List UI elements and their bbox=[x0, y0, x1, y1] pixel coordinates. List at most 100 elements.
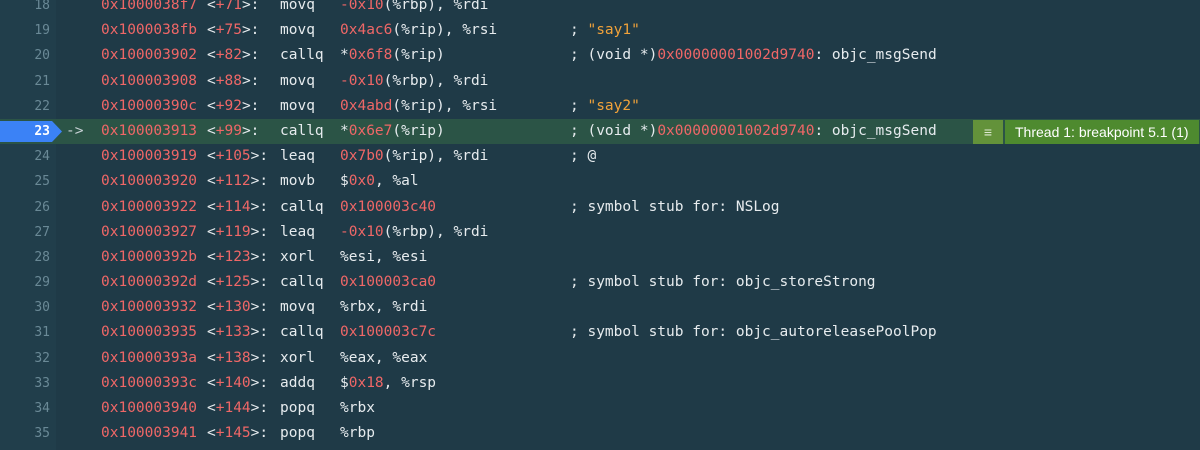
instruction-comment: ; "say2" bbox=[570, 94, 640, 119]
code-text: ; @ bbox=[570, 148, 597, 165]
line-number[interactable]: 18 bbox=[0, 0, 50, 18]
instruction-address: 0x1000038f7 bbox=[101, 0, 198, 13]
instruction-address: 0x100003935 bbox=[101, 324, 198, 341]
hex-number: 0x0 bbox=[348, 173, 375, 190]
offset-value: +82 bbox=[215, 47, 242, 64]
instruction-offset: <+123>: bbox=[207, 248, 269, 265]
offset-value: +123 bbox=[215, 248, 251, 265]
code-text: (%rip), %rsi bbox=[392, 97, 498, 114]
breakpoint-marker[interactable]: 23 bbox=[0, 120, 62, 142]
instruction-mnemonic: addq bbox=[280, 374, 315, 391]
code-text: (%rip), %rdi bbox=[383, 148, 489, 165]
instruction-line[interactable]: 19 0x1000038fb <+75>: movq 0x4ac6(%rip), %rs… bbox=[0, 18, 1200, 43]
line-number[interactable]: 25 bbox=[0, 169, 50, 194]
code-text: %esi, %esi bbox=[340, 248, 428, 265]
instruction-line[interactable]: 25 0x100003920 <+112>: movb $0x0, %al bbox=[0, 169, 1200, 194]
code-text: (%rbp), %rdi bbox=[383, 72, 489, 89]
thread-indicator-label: Thread 1: breakpoint 5.1 (1) bbox=[1005, 119, 1199, 144]
instruction-operands: -0x10(%rbp), %rdi bbox=[340, 220, 488, 245]
instruction-mnemonic: movq bbox=[280, 72, 315, 89]
instruction-operands: %rbx bbox=[340, 396, 375, 421]
instruction-offset: <+71>: bbox=[207, 0, 259, 18]
instruction-operands: %esi, %esi bbox=[340, 245, 427, 270]
offset-value: +99 bbox=[215, 122, 242, 139]
instruction-offset: <+88>: bbox=[207, 72, 260, 89]
offset-value: +92 bbox=[215, 97, 242, 114]
instruction-line[interactable]: 32 0x10000393a <+138>: xorl %eax, %eax bbox=[0, 346, 1200, 371]
instruction-line[interactable]: 26 0x100003922 <+114>: callq 0x100003c40 ; sy… bbox=[0, 195, 1200, 220]
instruction-line[interactable]: 22 0x10000390c <+92>: movq 0x4abd(%rip), %rs… bbox=[0, 94, 1200, 119]
instruction-offset: <+130>: bbox=[207, 299, 269, 316]
offset-value: +88 bbox=[215, 72, 242, 89]
instruction-mnemonic: callq bbox=[280, 274, 324, 291]
hex-number: 0x4abd bbox=[340, 97, 393, 114]
instruction-line[interactable]: 30 0x100003932 <+130>: movq %rbx, %rdi bbox=[0, 295, 1200, 320]
line-number[interactable]: 32 bbox=[0, 346, 50, 371]
instruction-line[interactable]: 29 0x10000392d <+125>: callq 0x100003ca0 ; sy… bbox=[0, 270, 1200, 295]
instruction-mnemonic: callq bbox=[280, 122, 324, 139]
line-number[interactable]: 20 bbox=[0, 43, 50, 68]
line-number[interactable]: 33 bbox=[0, 371, 50, 396]
instruction-operands: $0x0, %al bbox=[340, 169, 419, 194]
code-text: ; symbol stub for: NSLog bbox=[570, 198, 780, 215]
line-number[interactable]: 26 bbox=[0, 195, 50, 220]
instruction-line[interactable]: 33 0x10000393c <+140>: addq $0x18, %rsp bbox=[0, 371, 1200, 396]
disassembly-lines: 18 0x1000038f7 <+71>: movq -0x10(%rbp), %rdi… bbox=[0, 0, 1200, 446]
line-number[interactable]: 29 bbox=[0, 270, 50, 295]
instruction-operands: 0x100003c7c bbox=[340, 320, 436, 345]
program-counter-arrow: -> bbox=[66, 122, 84, 139]
offset-value: +145 bbox=[215, 425, 251, 442]
instruction-line[interactable]: 24 0x100003919 <+105>: leaq 0x7b0(%rip), %rd… bbox=[0, 144, 1200, 169]
instruction-mnemonic: movq bbox=[280, 97, 315, 114]
instruction-operands: 0x100003c40 bbox=[340, 195, 436, 220]
line-number[interactable]: 19 bbox=[0, 18, 50, 43]
line-number[interactable]: 31 bbox=[0, 320, 50, 345]
instruction-address: 0x100003932 bbox=[101, 299, 198, 316]
line-number[interactable]: 30 bbox=[0, 295, 50, 320]
instruction-offset: <+138>: bbox=[207, 349, 269, 366]
instruction-operands: -0x10(%rbp), %rdi bbox=[340, 0, 488, 18]
instruction-address: 0x100003913 bbox=[101, 122, 198, 139]
instruction-offset: <+99>: bbox=[207, 122, 260, 139]
offset-value: +133 bbox=[215, 324, 251, 341]
line-number[interactable]: 34 bbox=[0, 396, 50, 421]
instruction-mnemonic: popq bbox=[280, 400, 315, 416]
code-text: %rbp bbox=[340, 425, 375, 442]
instruction-line[interactable]: 20 0x100003902 <+82>: callq *0x6f8(%rip) ; (v… bbox=[0, 43, 1200, 68]
line-number[interactable]: 24 bbox=[0, 144, 50, 169]
instruction-line[interactable]: 21 0x100003908 <+88>: movq -0x10(%rbp), %rdi bbox=[0, 69, 1200, 94]
instruction-address: 0x100003920 bbox=[101, 173, 198, 190]
hex-number: 0x4ac6 bbox=[340, 22, 393, 39]
instruction-line[interactable]: 34 0x100003940 <+144>: popq %rbx bbox=[0, 396, 1200, 421]
line-number: 23 bbox=[34, 123, 50, 139]
code-text: %rbx bbox=[340, 400, 375, 416]
instruction-line[interactable]: 28 0x10000392b <+123>: xorl %esi, %esi bbox=[0, 245, 1200, 270]
disassembly-editor[interactable]: 18 0x1000038f7 <+71>: movq -0x10(%rbp), %rdi… bbox=[0, 0, 1200, 450]
instruction-line[interactable]: 31 0x100003935 <+133>: callq 0x100003c7c ; sy… bbox=[0, 320, 1200, 345]
code-text: $ bbox=[340, 173, 349, 190]
line-number[interactable]: 35 bbox=[0, 421, 50, 446]
offset-value: +125 bbox=[215, 274, 251, 291]
instruction-operands: *0x6f8(%rip) bbox=[340, 43, 445, 68]
instruction-line[interactable]: 27 0x100003927 <+119>: leaq -0x10(%rbp), %rd… bbox=[0, 220, 1200, 245]
instruction-offset: <+144>: bbox=[207, 400, 269, 416]
line-number[interactable]: 21 bbox=[0, 69, 50, 94]
instruction-address: 0x100003902 bbox=[101, 47, 198, 64]
hex-number: -0x10 bbox=[340, 223, 384, 240]
instruction-address: 0x1000038fb bbox=[101, 22, 198, 39]
line-number[interactable]: 27 bbox=[0, 220, 50, 245]
instruction-comment: ; (void *)0x00000001002d9740: objc_msgSe… bbox=[570, 119, 937, 144]
line-number[interactable]: 22 bbox=[0, 94, 50, 119]
lines-icon: ≡ bbox=[973, 119, 1003, 144]
line-number[interactable]: 28 bbox=[0, 245, 50, 270]
hex-number: 0x6e7 bbox=[348, 122, 393, 139]
hex-number: 0x100003c40 bbox=[340, 198, 437, 215]
instruction-operands: 0x4ac6(%rip), %rsi bbox=[340, 18, 497, 43]
instruction-mnemonic: leaq bbox=[280, 148, 315, 165]
instruction-line[interactable]: 35 0x100003941 <+145>: popq %rbp bbox=[0, 421, 1200, 446]
instruction-operands: 0x7b0(%rip), %rdi bbox=[340, 144, 488, 169]
instruction-line[interactable]: 18 0x1000038f7 <+71>: movq -0x10(%rbp), %rdi bbox=[0, 0, 1200, 18]
instruction-address: 0x100003908 bbox=[101, 72, 198, 89]
code-text: (%rip), %rsi bbox=[392, 22, 498, 39]
thread-indicator[interactable]: ≡ Thread 1: breakpoint 5.1 (1) bbox=[973, 119, 1199, 144]
